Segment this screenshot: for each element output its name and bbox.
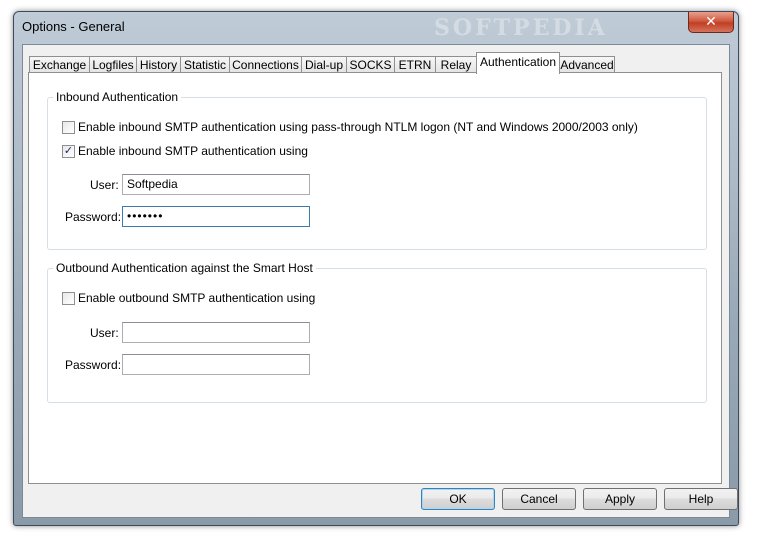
outbound-password-input[interactable] xyxy=(122,354,310,375)
ok-button[interactable]: OK xyxy=(421,488,495,510)
outbound-group-legend: Outbound Authentication against the Smar… xyxy=(56,261,313,275)
options-window: SOFTPEDIA Options - General ✕ Exchange L… xyxy=(13,11,739,526)
window-title: Options - General xyxy=(22,19,125,34)
inbound-authentication-group: Inbound Authentication Enable inbound SM… xyxy=(47,90,707,250)
outbound-authentication-group: Outbound Authentication against the Smar… xyxy=(47,261,707,403)
tab-socks[interactable]: SOCKS xyxy=(346,56,395,73)
inbound-smtp-checkbox[interactable]: ✓ xyxy=(62,145,75,158)
close-icon: ✕ xyxy=(705,13,717,29)
outbound-password-label: Password: xyxy=(65,358,122,372)
tab-dial-up[interactable]: Dial-up xyxy=(301,56,347,73)
close-button[interactable]: ✕ xyxy=(688,12,734,33)
checkmark-icon: ✓ xyxy=(63,145,74,157)
tab-logfiles[interactable]: Logfiles xyxy=(89,56,137,73)
outbound-user-input[interactable] xyxy=(122,322,310,343)
tab-advanced[interactable]: Advanced xyxy=(559,56,615,73)
tab-relay[interactable]: Relay xyxy=(435,56,477,73)
tab-statistic[interactable]: Statistic xyxy=(180,56,230,73)
inbound-smtp-label: Enable inbound SMTP authentication using xyxy=(78,144,308,158)
outbound-smtp-checkbox[interactable] xyxy=(62,292,75,305)
tab-history[interactable]: History xyxy=(136,56,181,73)
inbound-password-input[interactable]: ••••••• xyxy=(122,206,310,227)
dialog-client-area: Exchange Logfiles History Statistic Conn… xyxy=(22,44,738,518)
softpedia-watermark: SOFTPEDIA xyxy=(434,15,608,41)
tab-authentication[interactable]: Authentication xyxy=(476,52,560,74)
tab-connections[interactable]: Connections xyxy=(229,56,302,73)
inbound-user-label: User: xyxy=(90,178,119,192)
inbound-password-label: Password: xyxy=(65,210,122,224)
outbound-user-label: User: xyxy=(90,326,119,340)
outbound-smtp-label: Enable outbound SMTP authentication usin… xyxy=(78,291,316,305)
apply-button[interactable]: Apply xyxy=(583,488,657,510)
tab-etrn[interactable]: ETRN xyxy=(394,56,436,73)
help-button[interactable]: Help xyxy=(664,488,738,510)
inbound-user-input[interactable]: Softpedia xyxy=(122,174,310,195)
tab-exchange[interactable]: Exchange xyxy=(29,56,90,73)
inbound-group-legend: Inbound Authentication xyxy=(56,90,179,104)
authentication-page: Inbound Authentication Enable inbound SM… xyxy=(28,72,722,484)
cancel-button[interactable]: Cancel xyxy=(502,488,576,510)
inbound-ntlm-checkbox[interactable] xyxy=(62,121,75,134)
inbound-ntlm-label: Enable inbound SMTP authentication using… xyxy=(78,120,638,134)
